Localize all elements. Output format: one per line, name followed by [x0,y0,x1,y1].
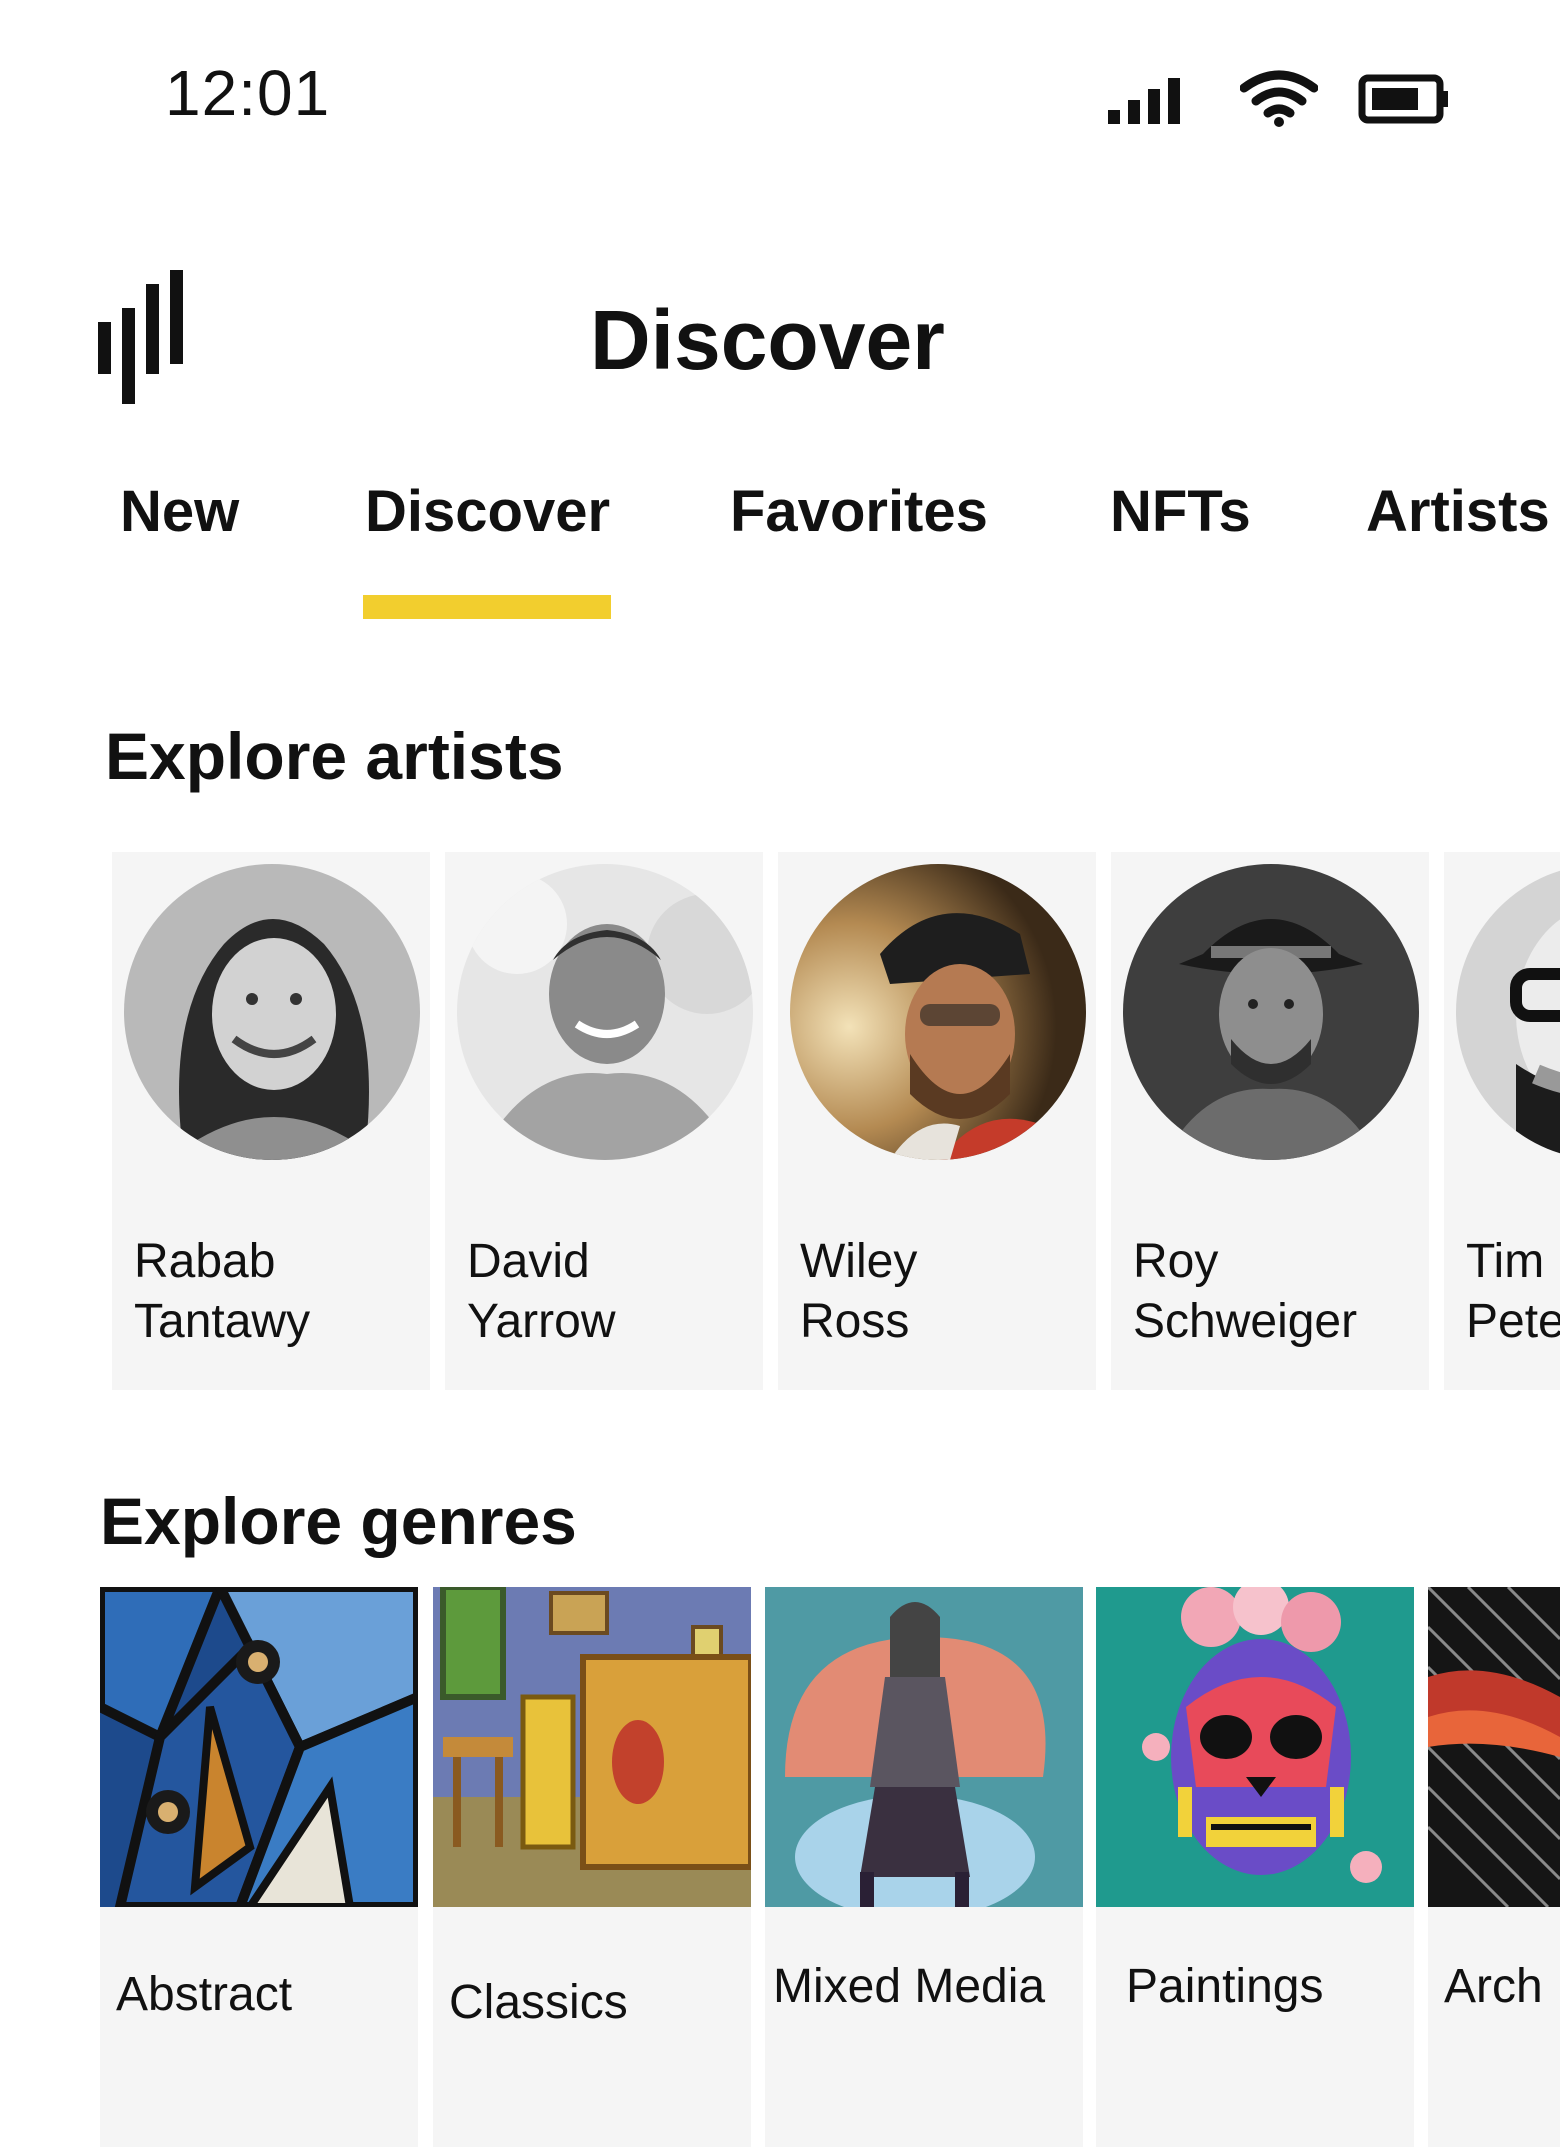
genre-thumbnail [1428,1587,1560,1907]
genre-card-arch[interactable]: Arch [1428,1587,1560,2147]
artist-card[interactable]: Roy Schweiger [1111,852,1429,1390]
artist-first-name: Wiley [800,1235,918,1288]
genre-thumbnail [433,1587,751,1907]
genre-label: Abstract [116,1968,293,2021]
genre-label: Paintings [1126,1960,1324,2013]
artist-first-name: Tim [1466,1235,1545,1288]
tab-discover[interactable]: Discover [365,478,610,545]
artist-name: Wiley Ross [800,1232,1096,1352]
page-title: Discover [590,293,945,387]
genre-thumbnail [100,1587,418,1907]
artist-last-name: Tantawy [134,1295,311,1348]
status-icons [1108,70,1450,128]
artist-first-name: David [467,1235,590,1288]
artist-card[interactable]: Tim Pete [1444,852,1560,1390]
genre-thumbnail [765,1587,1083,1907]
genre-card-classics[interactable]: Classics [433,1587,751,2147]
genre-card-abstract[interactable]: Abstract [100,1587,418,2147]
explore-genres-title: Explore genres [100,1484,577,1558]
artist-last-name: Pete [1466,1295,1560,1348]
tab-favorites[interactable]: Favorites [730,478,988,545]
artist-card[interactable]: Wiley Ross [778,852,1096,1390]
artist-name: Roy Schweiger [1133,1232,1429,1352]
artist-avatar [1456,864,1560,1160]
status-time: 12:01 [165,57,331,129]
artist-name: David Yarrow [467,1232,763,1352]
wifi-icon [1240,70,1318,127]
active-tab-indicator [363,595,611,619]
artist-card[interactable]: Rabab Tantawy [112,852,430,1390]
genre-card-mixed-media[interactable]: Mixed Media [765,1587,1083,2147]
genre-label: Classics [449,1976,628,2029]
explore-artists-title: Explore artists [105,719,564,793]
artist-avatar [1123,864,1419,1160]
artist-first-name: Rabab [134,1235,276,1288]
artist-avatar [790,864,1086,1160]
artist-name: Tim Pete [1466,1232,1560,1352]
genre-thumbnail [1096,1587,1414,1907]
genre-label: Arch [1444,1960,1543,2013]
artist-last-name: Ross [800,1295,910,1348]
artist-last-name: Yarrow [467,1295,616,1348]
artist-first-name: Roy [1133,1235,1219,1288]
tab-artists[interactable]: Artists [1366,478,1550,545]
bars-logo-icon[interactable] [96,270,188,409]
genre-card-paintings[interactable]: Paintings [1096,1587,1414,2147]
artist-avatar [457,864,753,1160]
tab-new[interactable]: New [120,478,239,545]
tab-nfts[interactable]: NFTs [1110,478,1251,545]
genre-label: Mixed Media [773,1960,1046,2013]
signal-icon [1108,78,1180,124]
artist-last-name: Schweiger [1133,1295,1358,1348]
artist-name: Rabab Tantawy [134,1232,430,1352]
artist-avatar [124,864,420,1160]
battery-icon [1358,74,1448,124]
artist-card[interactable]: David Yarrow [445,852,763,1390]
